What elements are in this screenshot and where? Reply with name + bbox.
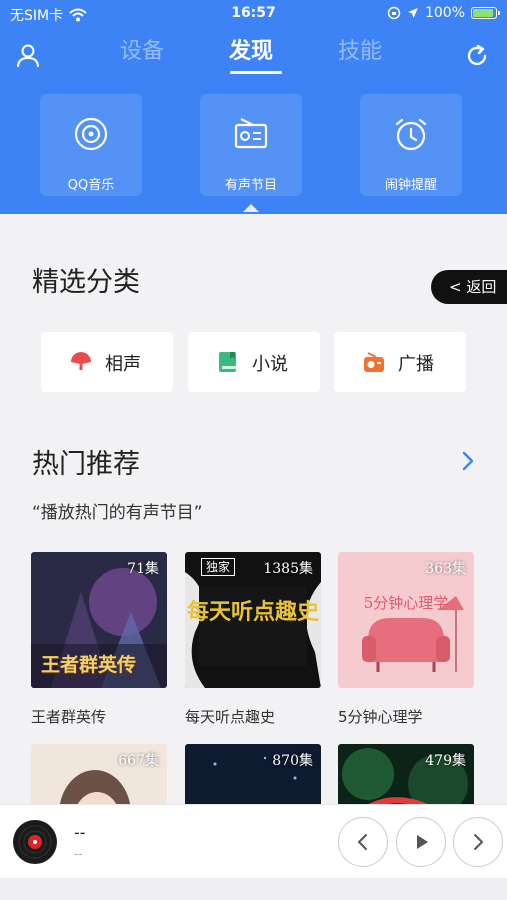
recommendation-card[interactable]: 870集 <box>185 744 321 804</box>
status-bar: 无SIM卡 16:57 100% <box>0 0 507 28</box>
status-right: 100% <box>387 5 500 21</box>
category-crosstalk[interactable]: 相声 <box>41 332 173 392</box>
recommendation-card[interactable]: 667集 <box>31 744 167 804</box>
active-card-pointer <box>243 204 259 212</box>
alarm-label: 闹钟提醒 <box>384 178 437 193</box>
audio-programs-label: 有声节目 <box>224 178 277 193</box>
category-crosstalk-label: 相声 <box>105 354 141 375</box>
episode-count: 363集 <box>425 561 466 577</box>
now-playing-subtitle: -- <box>74 847 83 861</box>
tab-discover[interactable]: 发现 <box>206 36 296 80</box>
lock-rotation-icon <box>387 6 401 20</box>
battery-percent: 100% <box>424 5 465 21</box>
chevron-left-icon <box>358 834 367 850</box>
episode-count: 667集 <box>118 753 159 769</box>
category-novel[interactable]: 小说 <box>188 332 320 392</box>
top-tabs: 设备 发现 技能 <box>0 36 507 80</box>
recommendation-card[interactable]: 独家 每天听点趣史 1385集 每天听点趣史 <box>185 552 321 728</box>
recommendation-card[interactable]: 479集 <box>338 744 474 804</box>
next-button[interactable] <box>453 817 503 867</box>
episode-count: 71集 <box>127 561 159 577</box>
category-broadcast-label: 广播 <box>398 354 434 375</box>
back-button[interactable]: < 返回 <box>431 270 507 304</box>
episode-count: 479集 <box>425 753 466 769</box>
category-broadcast[interactable]: 广播 <box>334 332 466 392</box>
recommendation-card[interactable]: 王者群英传 71集 王者群英传 <box>31 552 167 728</box>
vinyl-disc-icon[interactable] <box>12 819 58 865</box>
tab-discover-label: 发现 <box>228 39 273 64</box>
tab-devices-label: 设备 <box>119 39 164 64</box>
tab-skills[interactable]: 技能 <box>315 36 405 80</box>
radio-icon <box>234 118 268 149</box>
cover-text: 5分钟心理学 <box>363 594 449 612</box>
previous-button[interactable] <box>338 817 388 867</box>
hot-subtitle: “播放热门的有声节目” <box>32 503 203 523</box>
cover-text: 每天听点趣史 <box>186 599 319 625</box>
recommendation-title: 每天听点趣史 <box>185 708 276 726</box>
bottom-spacer <box>0 878 507 900</box>
alarm-icon <box>395 118 427 151</box>
header: 设备 发现 技能 QQ音乐 有声节目 闹钟提醒 <box>0 28 507 214</box>
recommendation-card[interactable]: 5分钟心理学 363集 5分钟心理学 <box>338 552 474 728</box>
qq-music-card[interactable]: QQ音乐 <box>40 94 142 196</box>
exclusive-badge: 独家 <box>201 558 236 576</box>
refresh-icon[interactable] <box>463 42 491 70</box>
recommendation-title: 5分钟心理学 <box>338 708 423 726</box>
discover-content: 精选分类 < 返回 相声 小说 广播 热门推荐 “播放热门的有声节目” 王者群英… <box>0 214 507 804</box>
audio-programs-card[interactable]: 有声节目 <box>200 94 302 196</box>
tab-skills-label: 技能 <box>337 39 382 64</box>
category-novel-label: 小说 <box>252 354 288 375</box>
featured-title: 精选分类 <box>32 267 140 298</box>
mini-player: -- -- <box>0 804 507 878</box>
recommendation-title: 王者群英传 <box>31 708 107 726</box>
chevron-right-icon <box>474 834 483 850</box>
quick-cards: QQ音乐 有声节目 闹钟提醒 <box>0 94 507 196</box>
tab-devices[interactable]: 设备 <box>97 36 187 80</box>
book-icon <box>219 352 236 372</box>
fan-icon <box>71 352 91 370</box>
tab-active-indicator <box>230 71 282 74</box>
location-icon <box>407 8 418 18</box>
now-playing-title: -- <box>74 823 86 842</box>
chevron-right-icon[interactable] <box>461 450 475 472</box>
battery-icon <box>471 7 500 19</box>
qq-music-label: QQ音乐 <box>67 178 115 193</box>
play-button[interactable] <box>396 817 446 867</box>
alarm-card[interactable]: 闹钟提醒 <box>360 94 462 196</box>
hot-title: 热门推荐 <box>32 449 140 480</box>
episode-count: 870集 <box>272 753 313 769</box>
play-icon <box>417 835 428 849</box>
disc-icon <box>74 117 108 151</box>
battery-fill <box>473 9 493 17</box>
radio-icon <box>364 352 384 372</box>
cover-text: 王者群英传 <box>41 654 137 676</box>
episode-count: 1385集 <box>263 561 313 577</box>
